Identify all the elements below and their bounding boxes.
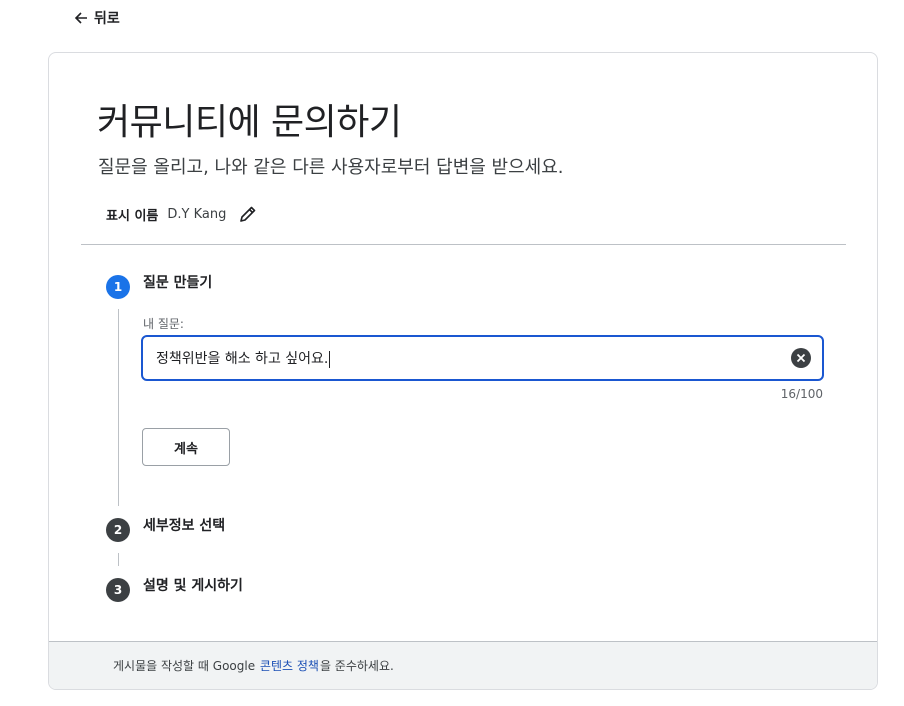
footer-prefix: 게시물을 작성할 때 Google [113, 659, 256, 673]
step-1-title: 질문 만들기 [143, 275, 213, 291]
question-label: 내 질문: [143, 317, 184, 331]
character-counter: 16/100 [780, 387, 823, 401]
page-subtitle: 질문을 올리고, 나와 같은 다른 사용자로부터 답변을 받으세요. [98, 157, 564, 178]
display-name-label: 표시 이름 [106, 208, 159, 224]
continue-button[interactable]: 계속 [142, 428, 230, 466]
content-policy-link[interactable]: 콘텐츠 정책 [260, 657, 319, 674]
policy-footer: 게시물을 작성할 때 Google 콘텐츠 정책 을 준수하세요. [49, 641, 877, 689]
pencil-icon [240, 206, 256, 222]
step-1-indicator: 1 [106, 275, 130, 299]
clear-input-button[interactable] [791, 348, 811, 368]
step-3-title: 설명 및 게시하기 [143, 578, 243, 594]
step-2-number: 2 [113, 523, 123, 537]
text-caret [329, 350, 331, 368]
close-icon [796, 353, 806, 363]
edit-display-name-button[interactable] [238, 204, 258, 224]
question-value: 정책위반을 해소 하고 싶어요. [156, 351, 329, 367]
ask-community-card: 커뮤니티에 문의하기 질문을 올리고, 나와 같은 다른 사용자로부터 답변을 … [48, 52, 878, 690]
display-name-row: 표시 이름 D.Y Kang [106, 203, 258, 225]
question-input-text[interactable]: 정책위반을 해소 하고 싶어요. [143, 348, 791, 368]
arrow-left-icon [74, 12, 87, 24]
footer-suffix: 을 준수하세요. [319, 659, 394, 673]
back-link[interactable]: 뒤로 [74, 7, 120, 29]
question-input[interactable]: 정책위반을 해소 하고 싶어요. [141, 335, 824, 381]
step-3-indicator: 3 [106, 578, 130, 602]
step-1-number: 1 [113, 280, 123, 294]
step-3-number: 3 [113, 583, 123, 597]
step-1-connector [118, 309, 119, 506]
page-title: 커뮤니티에 문의하기 [97, 102, 402, 143]
step-2-indicator: 2 [106, 518, 130, 542]
back-label: 뒤로 [94, 11, 120, 27]
step-2-title: 세부정보 선택 [143, 518, 226, 534]
display-name-value: D.Y Kang [167, 206, 227, 222]
header-divider [81, 244, 846, 245]
step-2-connector [118, 553, 119, 566]
